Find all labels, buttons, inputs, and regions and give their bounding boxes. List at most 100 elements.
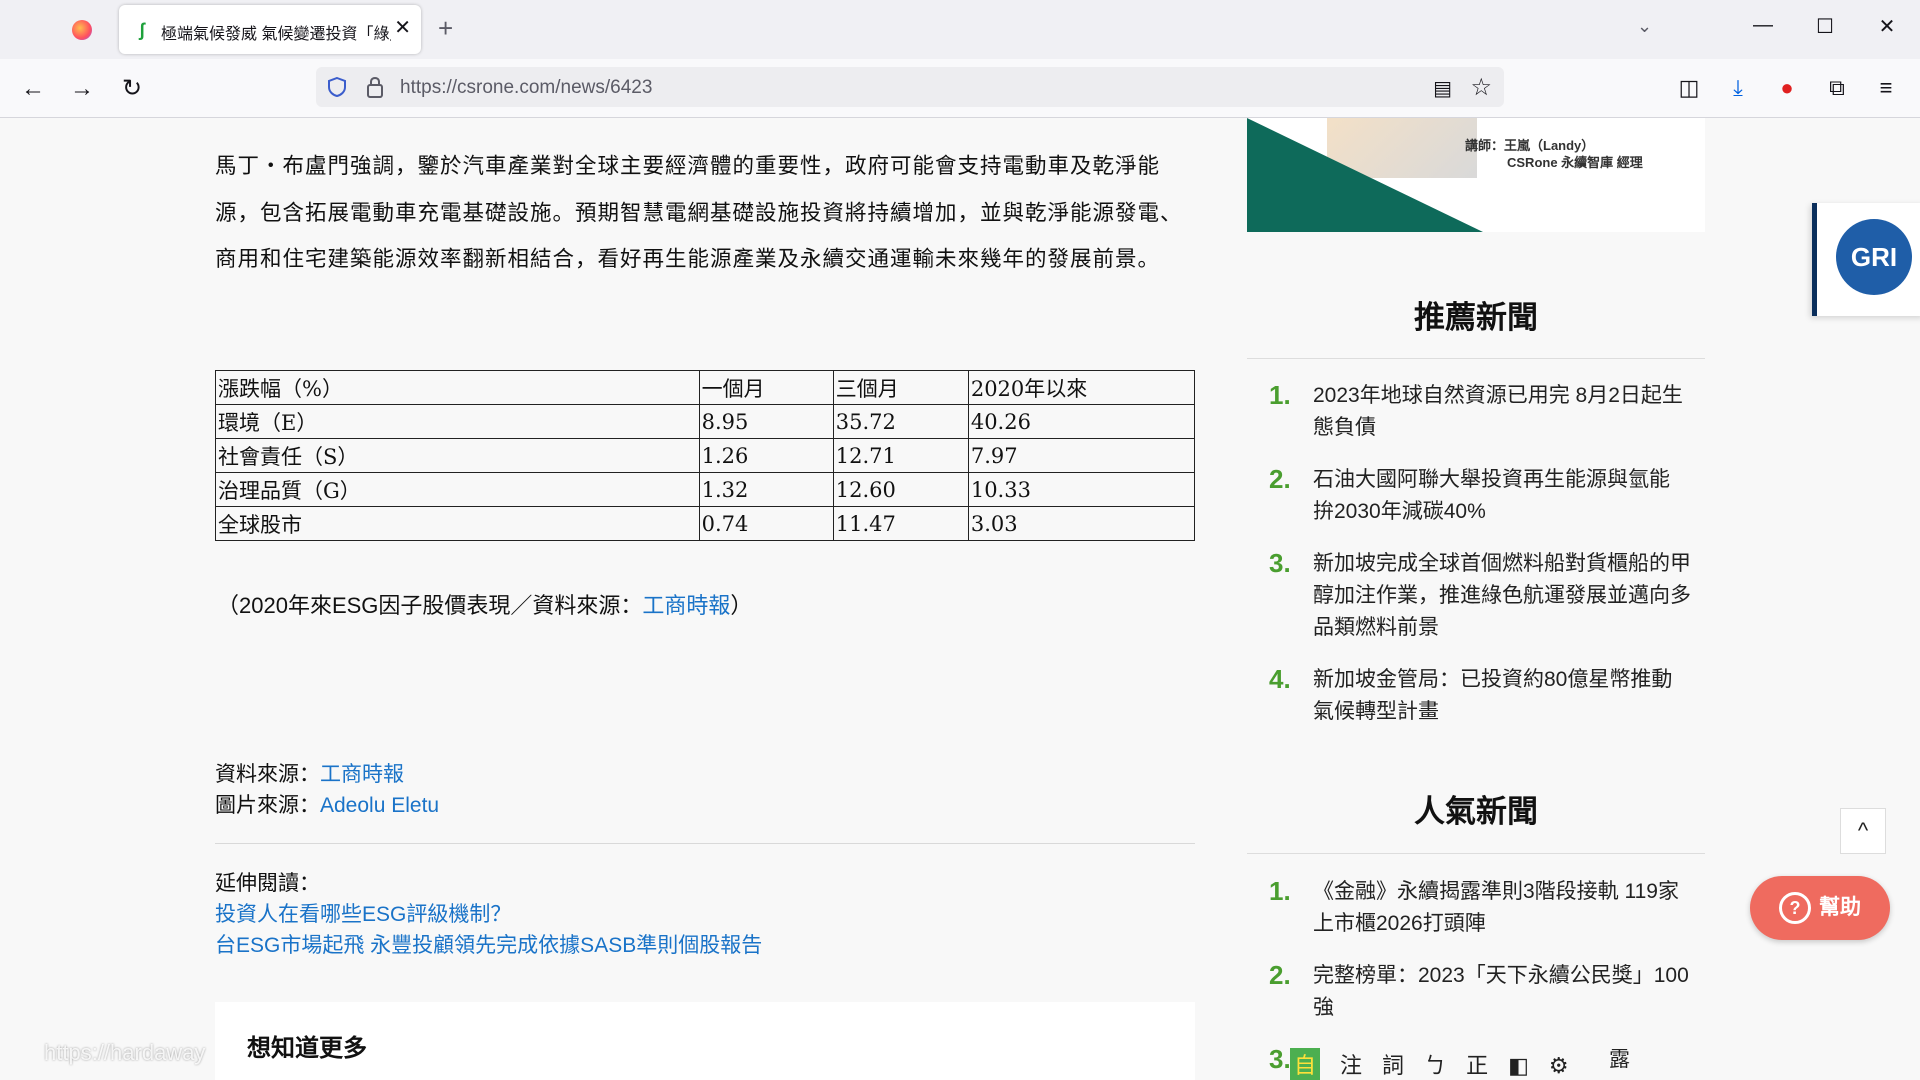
course-banner[interactable]: 講師：王嵐（Landy） CSRone 永續智庫 經理 <box>1247 118 1705 232</box>
list-all-tabs-icon[interactable]: ⌄ <box>1637 16 1652 37</box>
reload-icon[interactable]: ↻ <box>116 73 148 105</box>
chevron-up-icon: ^ <box>1857 818 1869 843</box>
extensions-icon[interactable]: ⧉ <box>1823 74 1851 102</box>
data-source-line: 資料來源：工商時報 <box>215 758 404 788</box>
caption-suffix: ） <box>730 593 753 618</box>
close-tab-icon[interactable]: ✕ <box>394 17 411 39</box>
table-cell: 治理品質（G） <box>215 472 700 507</box>
web-page: 馬丁・布盧門強調，鑒於汽車產業對全球主要經濟體的重要性，政府可能會支持電動車及乾… <box>0 118 1920 1080</box>
image-source-label: 圖片來源： <box>215 794 320 817</box>
forward-icon[interactable]: → <box>66 73 98 105</box>
url-bar[interactable]: https://csrone.com/news/6423 ▤ ☆ <box>316 67 1504 107</box>
table-cell: 10.33 <box>967 472 1196 507</box>
table-cell: 1.26 <box>698 438 834 473</box>
caption-source-link[interactable]: 工商時報 <box>642 593 730 618</box>
new-tab-icon[interactable]: + <box>438 15 453 41</box>
table-header-cell: 一個月 <box>698 370 834 405</box>
tracking-shield-icon[interactable] <box>328 77 346 97</box>
image-source-line: 圖片來源：Adeolu Eletu <box>215 789 439 819</box>
further-reading-link-1[interactable]: 投資人在看哪些ESG評級機制？ <box>215 898 511 928</box>
table-row: 治理品質（G） 1.32 12.60 10.33 <box>215 472 1196 507</box>
further-reading-label: 延伸閱讀： <box>215 872 320 895</box>
table-cell: 0.74 <box>698 506 834 541</box>
news-title[interactable]: 新加坡完成全球首個燃料船對貨櫃船的甲醇加注作業，推進綠色航運發展並邁向多品類燃料… <box>1313 548 1693 644</box>
ime-fullwidth-icon[interactable]: 正 <box>1466 1048 1488 1080</box>
ime-phrase-icon[interactable]: 詞 <box>1382 1048 1404 1080</box>
table-cell: 1.32 <box>698 472 834 507</box>
tab-title: 極端氣候發威 氣候變遷投資「綠」 <box>161 26 391 43</box>
gri-widget[interactable]: GRI <box>1812 203 1920 316</box>
data-source-label: 資料來源： <box>215 763 320 786</box>
table-row: 全球股市 0.74 11.47 3.03 <box>215 506 1196 541</box>
lock-icon[interactable] <box>366 76 384 98</box>
ime-phonetic-icon[interactable]: 注 <box>1340 1048 1362 1080</box>
back-icon[interactable]: ← <box>17 73 49 105</box>
downloads-icon[interactable]: ⤓ <box>1724 74 1752 102</box>
ime-bopomofo-icon[interactable]: ㄅ <box>1424 1048 1446 1080</box>
news-title[interactable]: 完整榜單：2023「天下永續公民獎」100強 <box>1313 960 1693 1024</box>
article-body: 馬丁・布盧門強調，鑒於汽車產業對全球主要經濟體的重要性，政府可能會支持電動車及乾… <box>215 118 1196 1080</box>
table-cell: 12.71 <box>832 438 969 473</box>
help-question-icon: ? <box>1779 892 1811 925</box>
active-tab[interactable]: ʃ 極端氣候發威 氣候變遷投資「綠」 ✕ <box>119 5 421 54</box>
image-source-link[interactable]: Adeolu Eletu <box>320 794 439 817</box>
news-number: 3. <box>1269 548 1291 578</box>
minimize-icon[interactable]: — <box>1740 14 1786 44</box>
table-header-cell: 2020年以來 <box>967 370 1196 405</box>
recommended-news-title: 推薦新聞 <box>1414 300 1538 335</box>
table-cell: 8.95 <box>698 404 834 439</box>
ime-settings-icon[interactable]: ⚙ <box>1549 1053 1569 1079</box>
table-header-cell: 三個月 <box>832 370 969 405</box>
url-watermark: https://hardaway <box>44 1040 206 1065</box>
article-paragraph: 馬丁・布盧門強調，鑒於汽車產業對全球主要經濟體的重要性，政府可能會支持電動車及乾… <box>215 154 1183 272</box>
table-header-row: 漲跌幅（%） 一個月 三個月 2020年以來 <box>215 370 1196 405</box>
menu-icon[interactable]: ≡ <box>1872 74 1900 102</box>
caption-prefix: （2020年來ESG因子股價表現／資料來源： <box>217 593 643 618</box>
scroll-to-top-button[interactable]: ^ <box>1840 808 1886 854</box>
url-text[interactable]: https://csrone.com/news/6423 <box>400 77 652 99</box>
table-cell: 40.26 <box>967 404 1196 439</box>
pocket-icon[interactable]: ◫ <box>1675 74 1703 102</box>
ime-panel-icon[interactable]: ◧ <box>1508 1053 1529 1079</box>
recommended-divider <box>1247 358 1705 359</box>
news-title[interactable]: 《金融》永續揭露準則3階段接軌 119家上市櫃2026打頭陣 <box>1313 876 1693 940</box>
table-cell: 3.03 <box>967 506 1196 541</box>
news-number: 3. <box>1269 1044 1291 1074</box>
news-number: 1. <box>1269 876 1291 906</box>
help-button[interactable]: ? 幫助 <box>1750 876 1890 940</box>
popular-divider <box>1247 853 1705 854</box>
news-number: 4. <box>1269 664 1291 694</box>
news-title[interactable]: 露 <box>1609 1044 1920 1076</box>
banner-speaker-title: CSRone 永續智庫 經理 <box>1507 155 1643 170</box>
table-caption: （2020年來ESG因子股價表現／資料來源：工商時報） <box>217 588 752 620</box>
news-title[interactable]: 石油大國阿聯大舉投資再生能源與氫能 拚2030年減碳40% <box>1313 464 1693 528</box>
tab-strip: ʃ 極端氣候發威 氣候變遷投資「綠」 ✕ + ⌄ — ☐ ✕ <box>0 0 1920 59</box>
table-row: 環境（E） 8.95 35.72 40.26 <box>215 404 1196 439</box>
esg-performance-table: 漲跌幅（%） 一個月 三個月 2020年以來 環境（E） 8.95 35.72 40.26 社會… <box>215 370 1196 541</box>
reader-view-icon[interactable]: ▤ <box>1433 76 1452 101</box>
popular-news-title: 人氣新聞 <box>1414 794 1538 829</box>
ime-toolbar[interactable]: 自注詞ㄅ正 ◧ ⚙ <box>1290 1048 1589 1080</box>
close-window-icon[interactable]: ✕ <box>1864 14 1910 44</box>
table-cell: 環境（E） <box>215 404 700 439</box>
banner-green-shape <box>1247 118 1483 232</box>
extension-red-icon[interactable]: ● <box>1773 74 1801 102</box>
further-reading-link-2[interactable]: 台ESG市場起飛 永豐投顧領先完成依據SASB準則個股報告 <box>215 929 762 959</box>
table-row: 社會責任（S） 1.26 12.71 7.97 <box>215 438 1196 473</box>
gri-logo[interactable]: GRI <box>1836 219 1912 295</box>
data-source-link[interactable]: 工商時報 <box>320 763 404 786</box>
table-cell: 7.97 <box>967 438 1196 473</box>
maximize-icon[interactable]: ☐ <box>1802 14 1848 44</box>
learn-more-title: 想知道更多 <box>247 1033 367 1062</box>
news-title[interactable]: 新加坡金管局：已投資約80億星幣推動氣候轉型計畫 <box>1313 664 1693 728</box>
table-header-cell: 漲跌幅（%） <box>215 370 700 405</box>
table-cell: 12.60 <box>832 472 969 507</box>
news-title[interactable]: 2023年地球自然資源已用完 8月2日起生態負債 <box>1313 380 1693 444</box>
learn-more-card: 想知道更多 <box>215 1002 1195 1080</box>
ime-mode-icon[interactable]: 自 <box>1290 1048 1321 1080</box>
firefox-view-icon[interactable] <box>72 20 92 40</box>
table-cell: 35.72 <box>832 404 969 439</box>
table-cell: 11.47 <box>832 506 969 541</box>
help-label: 幫助 <box>1819 896 1861 919</box>
bookmark-star-icon[interactable]: ☆ <box>1470 73 1492 102</box>
